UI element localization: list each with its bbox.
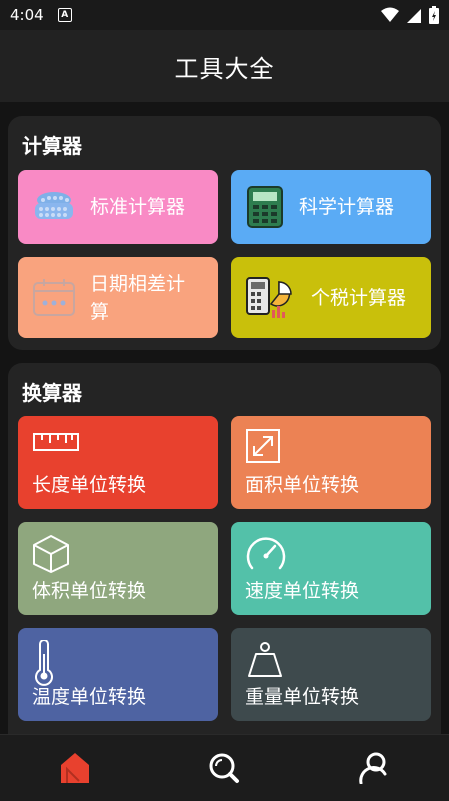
weight-conversion-label: 重量单位转换 bbox=[245, 686, 360, 708]
nav-home[interactable] bbox=[45, 745, 105, 791]
wifi-icon bbox=[381, 7, 399, 22]
temperature-conversion-label: 温度单位转换 bbox=[32, 686, 147, 708]
cube-icon bbox=[33, 535, 69, 573]
app-bar: 工具大全 bbox=[0, 30, 449, 102]
scientific-calculator-icon bbox=[247, 186, 283, 228]
status-icons bbox=[381, 6, 439, 24]
calculators-section: 计算器 标准计算器 科学计算器 日期相差计算 个税计算器 bbox=[8, 116, 441, 350]
nav-search[interactable] bbox=[194, 745, 254, 791]
scientific-calculator-tile[interactable]: 科学计算器 bbox=[231, 170, 431, 244]
length-conversion-tile[interactable]: 长度单位转换 bbox=[18, 416, 218, 509]
home-icon bbox=[60, 753, 89, 783]
scientific-calculator-label: 科学计算器 bbox=[299, 196, 395, 218]
area-conversion-tile[interactable]: 面积单位转换 bbox=[231, 416, 431, 509]
nav-profile[interactable] bbox=[344, 745, 404, 791]
status-bar: 4:04 A bbox=[0, 0, 449, 30]
length-conversion-label: 长度单位转换 bbox=[32, 474, 147, 496]
status-time: 4:04 bbox=[10, 6, 44, 24]
standard-calculator-tile[interactable]: 标准计算器 bbox=[18, 170, 218, 244]
ruler-icon bbox=[33, 433, 79, 451]
date-difference-label: 日期相差计算 bbox=[90, 272, 186, 323]
temperature-conversion-tile[interactable]: 温度单位转换 bbox=[18, 628, 218, 721]
notification-a-icon: A bbox=[57, 8, 72, 22]
area-arrows-icon bbox=[246, 429, 280, 463]
converters-title: 换算器 bbox=[22, 381, 82, 405]
weight-conversion-tile[interactable]: 重量单位转换 bbox=[231, 628, 431, 721]
volume-conversion-label: 体积单位转换 bbox=[32, 580, 147, 602]
income-tax-calculator-tile[interactable]: 个税计算器 bbox=[231, 257, 431, 338]
standard-calculator-label: 标准计算器 bbox=[90, 196, 186, 218]
abacus-icon bbox=[35, 192, 73, 219]
calculators-title: 计算器 bbox=[22, 134, 82, 158]
user-icon bbox=[359, 752, 387, 784]
thermometer-icon bbox=[35, 640, 53, 686]
main-content[interactable]: 计算器 标准计算器 科学计算器 日期相差计算 个税计算器 换算器 长度单位转换 … bbox=[0, 102, 449, 734]
area-conversion-label: 面积单位转换 bbox=[245, 474, 360, 496]
converters-section: 换算器 长度单位转换 面积单位转换 体积单位转换 速度单位转换 温度单位转换 重… bbox=[8, 363, 441, 734]
calendar-icon bbox=[33, 278, 75, 316]
volume-conversion-tile[interactable]: 体积单位转换 bbox=[18, 522, 218, 615]
search-icon bbox=[209, 753, 240, 783]
speed-conversion-tile[interactable]: 速度单位转换 bbox=[231, 522, 431, 615]
bottom-navigation bbox=[0, 734, 449, 801]
date-difference-tile[interactable]: 日期相差计算 bbox=[18, 257, 218, 338]
weight-icon bbox=[248, 642, 282, 677]
page-title: 工具大全 bbox=[174, 54, 275, 83]
income-tax-calculator-label: 个税计算器 bbox=[311, 286, 407, 309]
tax-calculator-icon bbox=[246, 276, 292, 318]
signal-icon bbox=[407, 9, 421, 23]
battery-icon bbox=[429, 6, 439, 24]
speedometer-icon bbox=[246, 537, 286, 570]
speed-conversion-label: 速度单位转换 bbox=[245, 580, 360, 602]
